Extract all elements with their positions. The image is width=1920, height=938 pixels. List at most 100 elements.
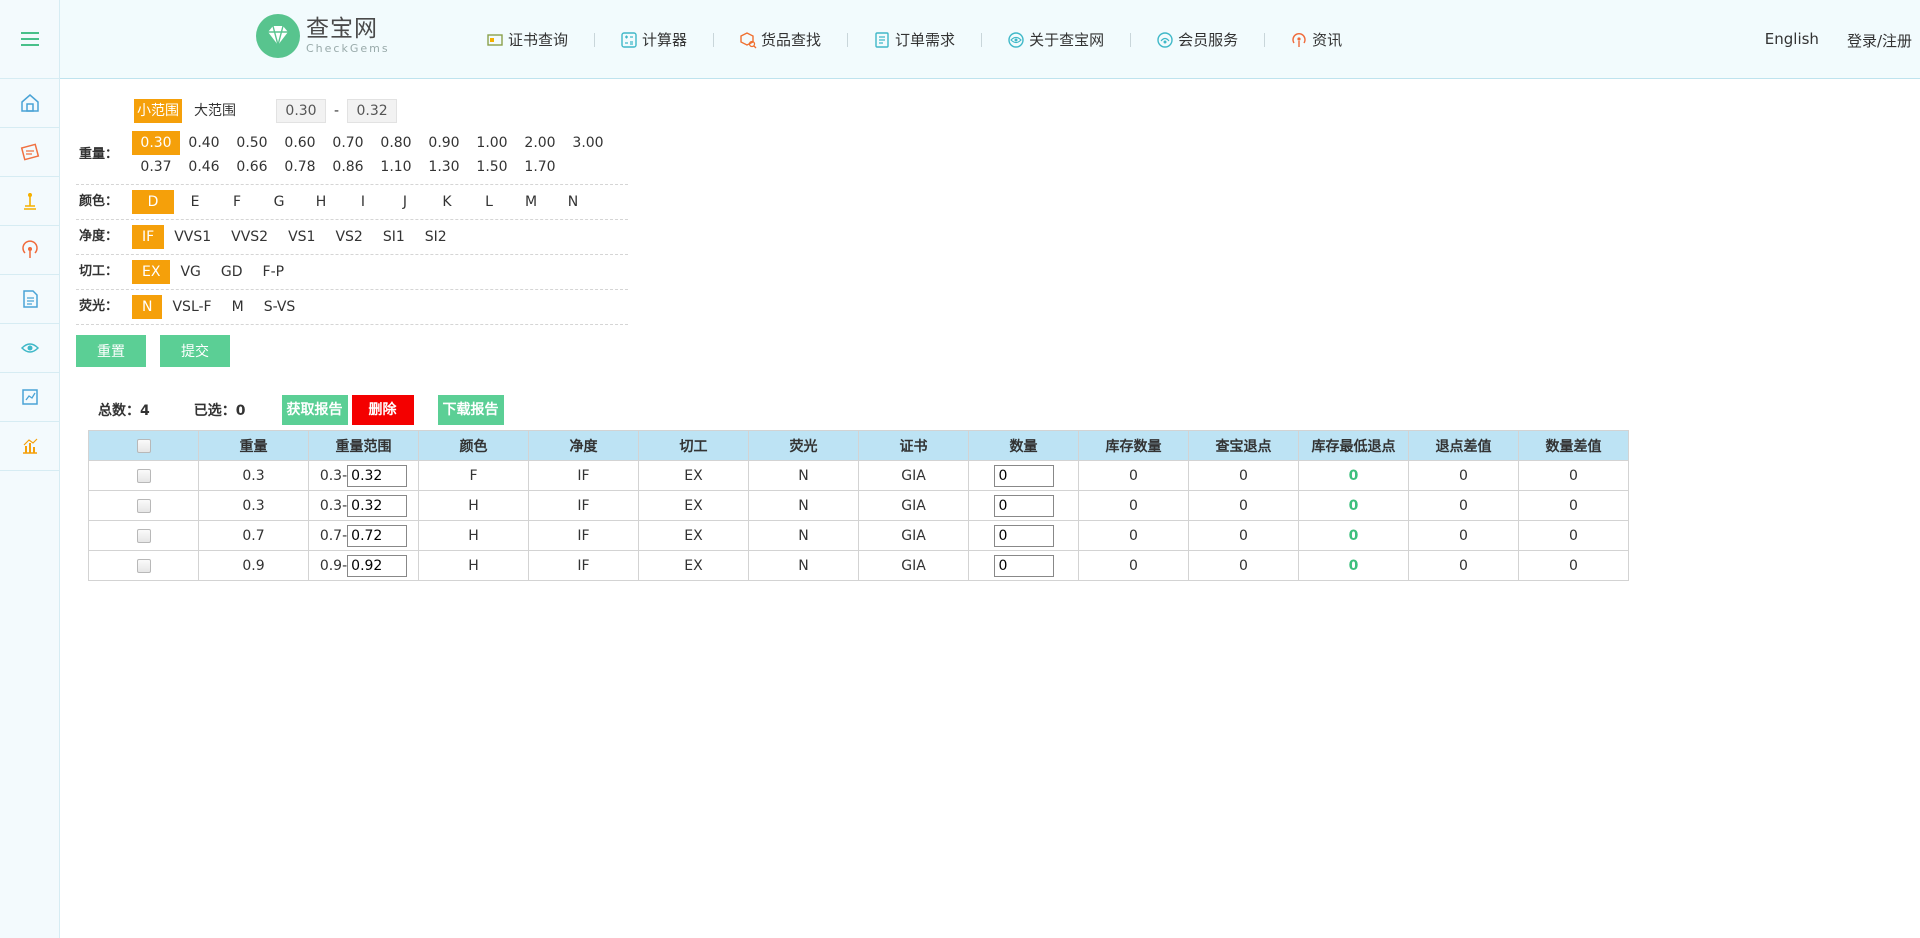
color-option[interactable]: N <box>552 190 594 214</box>
cell-clarity: IF <box>528 490 639 521</box>
submit-button[interactable]: 提交 <box>160 335 230 367</box>
range-prefix: 0.3- <box>319 497 348 514</box>
language-link[interactable]: English <box>1765 30 1819 51</box>
weight-option[interactable]: 0.46 <box>180 155 228 179</box>
cell-clarity: IF <box>528 460 639 491</box>
sidebar-item-report[interactable] <box>0 373 59 422</box>
weight-option[interactable]: 0.90 <box>420 131 468 155</box>
weight-option[interactable]: 3.00 <box>564 131 612 155</box>
cell-stock: 0 <box>1078 520 1189 551</box>
quantity-input[interactable] <box>993 524 1054 547</box>
nav-news[interactable]: 资讯 <box>1264 29 1368 50</box>
cell-quantity <box>968 490 1079 521</box>
sidebar-item-certificate[interactable] <box>0 128 59 177</box>
cell-discount: 0 <box>1188 460 1299 491</box>
clarity-option[interactable]: VS2 <box>325 225 372 249</box>
quantity-input[interactable] <box>993 464 1054 487</box>
clarity-option[interactable]: VVS1 <box>164 225 221 249</box>
weight-option[interactable]: 0.30 <box>132 131 180 155</box>
row-checkbox[interactable] <box>136 528 151 543</box>
sidebar-item-broadcast[interactable] <box>0 226 59 275</box>
weight-option[interactable]: 0.70 <box>324 131 372 155</box>
color-option[interactable]: L <box>468 190 510 214</box>
fluorescence-option[interactable]: VSL-F <box>162 295 221 319</box>
weight-option[interactable]: 0.66 <box>228 155 276 179</box>
clarity-option[interactable]: VVS2 <box>221 225 278 249</box>
tab-small-range[interactable]: 小范围 <box>134 99 182 123</box>
clarity-option[interactable]: VS1 <box>278 225 325 249</box>
clarity-option[interactable]: IF <box>132 225 165 249</box>
sidebar-item-scale[interactable] <box>0 177 59 226</box>
color-option[interactable]: D <box>132 190 174 214</box>
color-option[interactable]: H <box>300 190 342 214</box>
clarity-option[interactable]: SI1 <box>373 225 415 249</box>
col-clarity: 净度 <box>528 430 639 461</box>
get-report-button[interactable]: 获取报告 <box>281 395 348 425</box>
tab-large-range[interactable]: 大范围 <box>191 99 239 123</box>
col-color: 颜色 <box>418 430 529 461</box>
weight-option[interactable]: 0.86 <box>324 155 372 179</box>
download-report-button[interactable]: 下载报告 <box>437 395 504 425</box>
range-to-input[interactable] <box>347 99 398 123</box>
weight-option[interactable]: 1.10 <box>372 155 420 179</box>
nav-product-search[interactable]: 货品查找 <box>713 29 847 50</box>
range-from-input[interactable] <box>276 99 326 123</box>
sidebar-item-document[interactable] <box>0 275 59 324</box>
range-to-field[interactable] <box>347 464 408 487</box>
row-checkbox[interactable] <box>136 468 151 483</box>
color-option[interactable]: K <box>426 190 468 214</box>
weight-option[interactable]: 2.00 <box>516 131 564 155</box>
filter-panel: 小范围 大范围 - 重量： 0.30 0.40 0.50 0.60 0.70 0… <box>76 96 628 367</box>
cell-min-discount: 0 <box>1298 550 1409 581</box>
weight-option[interactable]: 0.60 <box>276 131 324 155</box>
select-all-checkbox[interactable] <box>136 438 151 453</box>
delete-button[interactable]: 删除 <box>351 395 414 425</box>
quantity-input[interactable] <box>993 494 1054 517</box>
nav-calculator[interactable]: 计算器 <box>594 29 713 50</box>
nav-certificate[interactable]: 证书查询 <box>460 29 594 50</box>
row-checkbox[interactable] <box>136 558 151 573</box>
fluorescence-option[interactable]: S-VS <box>254 295 306 319</box>
color-option[interactable]: G <box>258 190 300 214</box>
menu-toggle[interactable] <box>0 0 59 79</box>
fluorescence-option[interactable]: N <box>132 295 163 319</box>
color-option[interactable]: E <box>174 190 216 214</box>
sidebar-item-home[interactable] <box>0 79 59 128</box>
cut-option[interactable]: EX <box>132 260 171 284</box>
color-option[interactable]: I <box>342 190 384 214</box>
range-selector: 小范围 大范围 - <box>134 96 628 126</box>
weight-option[interactable]: 0.37 <box>132 155 180 179</box>
weight-option[interactable]: 0.80 <box>372 131 420 155</box>
weight-option[interactable]: 0.78 <box>276 155 324 179</box>
weight-option[interactable]: 1.50 <box>468 155 516 179</box>
range-to-field[interactable] <box>347 524 408 547</box>
range-to-field[interactable] <box>347 554 408 577</box>
nav-orders[interactable]: 订单需求 <box>847 29 981 50</box>
weight-option[interactable]: 1.00 <box>468 131 516 155</box>
weight-option[interactable]: 1.70 <box>516 155 564 179</box>
weight-option[interactable]: 1.30 <box>420 155 468 179</box>
cut-option[interactable]: F-P <box>253 260 295 284</box>
nav-about[interactable]: 关于查宝网 <box>981 29 1130 50</box>
weight-option[interactable]: 0.50 <box>228 131 276 155</box>
weight-option[interactable]: 0.40 <box>180 131 228 155</box>
quantity-input[interactable] <box>993 554 1054 577</box>
logo[interactable]: 查宝网 CheckGems <box>256 14 390 58</box>
cut-option[interactable]: VG <box>170 260 210 284</box>
reset-button[interactable]: 重置 <box>76 335 146 367</box>
clarity-option[interactable]: SI2 <box>415 225 457 249</box>
row-checkbox[interactable] <box>136 498 151 513</box>
color-option[interactable]: J <box>384 190 426 214</box>
nav-member[interactable]: 会员服务 <box>1130 29 1264 50</box>
cut-option[interactable]: GD <box>211 260 253 284</box>
range-prefix: 0.7- <box>319 527 348 544</box>
color-option[interactable]: F <box>216 190 258 214</box>
cell-stock: 0 <box>1078 550 1189 581</box>
color-option[interactable]: M <box>510 190 552 214</box>
fluorescence-option[interactable]: M <box>222 295 254 319</box>
sidebar-item-eye[interactable] <box>0 324 59 373</box>
range-to-field[interactable] <box>347 494 408 517</box>
sidebar-item-chart[interactable] <box>0 422 59 471</box>
cell-quantity <box>968 550 1079 581</box>
login-link[interactable]: 登录/注册 <box>1847 30 1912 51</box>
